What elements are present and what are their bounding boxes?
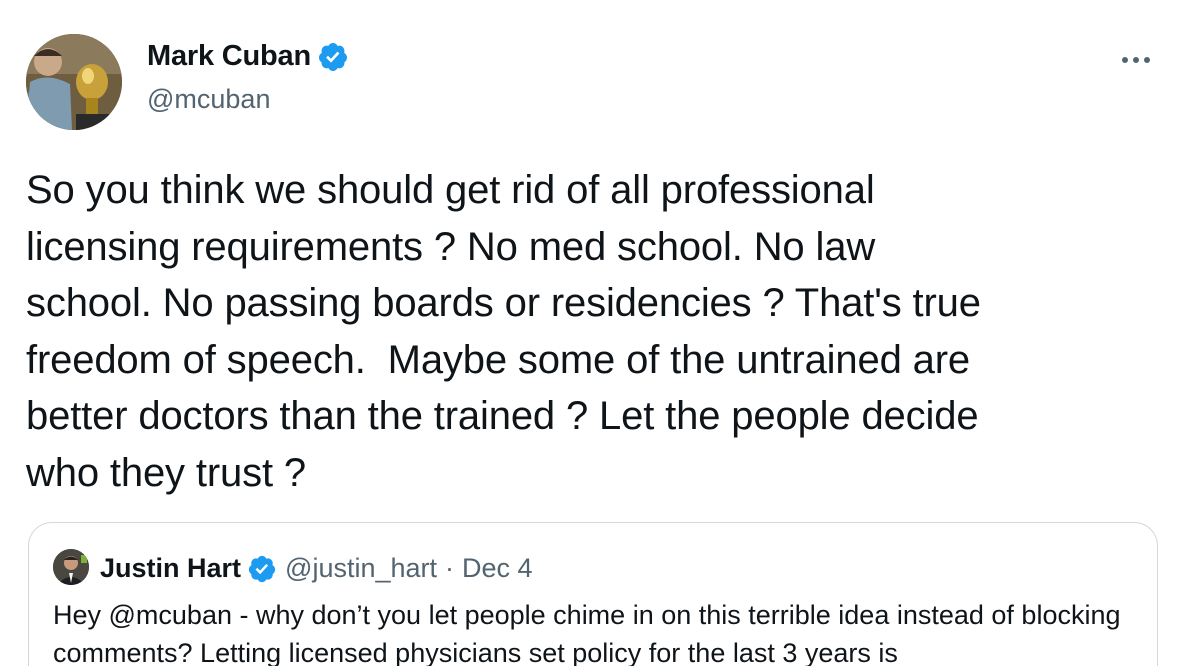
author-name-row[interactable]: Mark Cuban	[147, 40, 349, 73]
quoted-author-name[interactable]: Justin Hart	[100, 553, 241, 584]
author-handle[interactable]: @mcuban	[147, 84, 270, 115]
quoted-tweet-card[interactable]: Justin Hart @justin_hart · Dec 4 Hey @mc…	[28, 522, 1158, 666]
verified-badge-icon	[248, 555, 276, 582]
tweet: Mark Cuban @mcuban So you think we shoul…	[0, 0, 1190, 666]
quoted-tweet-header: Justin Hart @justin_hart · Dec 4	[100, 553, 533, 584]
quoted-author-avatar[interactable]	[53, 549, 89, 585]
more-options-button[interactable]	[1120, 44, 1152, 76]
author-avatar[interactable]	[26, 34, 122, 130]
author-avatar-image	[26, 34, 122, 130]
quoted-author-handle[interactable]: @justin_hart	[285, 553, 437, 584]
quoted-author-avatar-image	[53, 549, 89, 585]
header-separator: ·	[445, 553, 455, 583]
author-name[interactable]: Mark Cuban	[147, 40, 311, 73]
verified-badge-icon	[318, 42, 347, 71]
more-options-icon	[1122, 57, 1150, 63]
quoted-tweet-text: Hey @mcuban - why don’t you let people c…	[53, 600, 1121, 666]
tweet-text: So you think we should get rid of all pr…	[26, 168, 981, 495]
quoted-tweet-date[interactable]: Dec 4	[462, 553, 533, 584]
